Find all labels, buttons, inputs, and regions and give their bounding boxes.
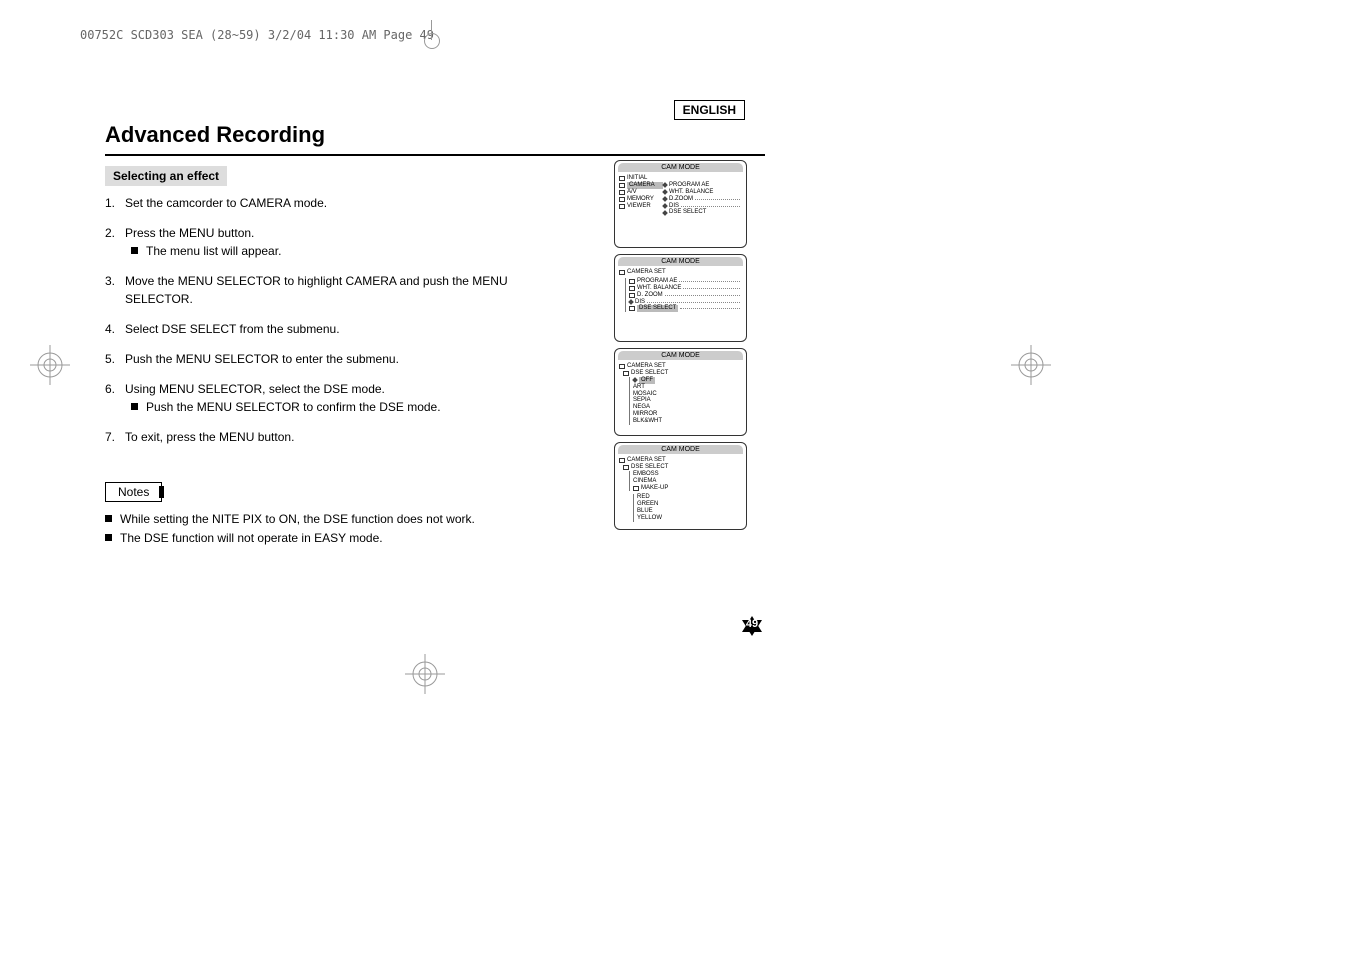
crop-mark-right-icon [1011, 345, 1051, 385]
step-number: 7. [105, 428, 125, 446]
step-2: 2. Press the MENU button. The menu list … [105, 224, 565, 260]
page-title: Advanced Recording [105, 122, 765, 148]
diamond-icon [662, 182, 668, 188]
section-subtitle: Selecting an effect [105, 166, 227, 186]
folder-icon [619, 197, 625, 202]
bullet-icon [105, 534, 112, 541]
substep: Push the MENU SELECTOR to confirm the DS… [131, 398, 565, 416]
steps-list: 1. Set the camcorder to CAMERA mode. 2. … [105, 194, 565, 446]
lcd-screen-1: CAM MODE INITIAL CAMERAPROGRAM AE A/VWHT… [614, 160, 747, 248]
substep: The menu list will appear. [131, 242, 565, 260]
step-text: Press the MENU button. The menu list wil… [125, 224, 565, 260]
crop-mark-left-icon [30, 345, 70, 385]
folder-icon [629, 306, 635, 311]
folder-icon [619, 364, 625, 369]
step-6: 6. Using MENU SELECTOR, select the DSE m… [105, 380, 565, 416]
step-text: Using MENU SELECTOR, select the DSE mode… [125, 380, 565, 416]
lcd-screens: CAM MODE INITIAL CAMERAPROGRAM AE A/VWHT… [614, 160, 747, 536]
step-number: 4. [105, 320, 125, 338]
step-number: 3. [105, 272, 125, 308]
step-number: 2. [105, 224, 125, 260]
lcd-screen-3: CAM MODE CAMERA SET DSE SELECT OFF ART M… [614, 348, 747, 436]
diamond-icon [662, 196, 668, 202]
bullet-icon [131, 403, 138, 410]
page-number-badge: 49 [740, 614, 764, 638]
folder-icon [633, 486, 639, 491]
folder-icon [623, 371, 629, 376]
screen-title: CAM MODE [618, 163, 743, 172]
lcd-screen-4: CAM MODE CAMERA SET DSE SELECT EMBOSS CI… [614, 442, 747, 530]
notes-heading: Notes [105, 482, 162, 502]
folder-icon [619, 190, 625, 195]
diamond-icon [632, 377, 638, 383]
step-text: Set the camcorder to CAMERA mode. [125, 194, 565, 212]
diamond-icon [628, 299, 634, 305]
language-label: ENGLISH [674, 100, 745, 120]
folder-icon [629, 279, 635, 284]
step-text: Move the MENU SELECTOR to highlight CAME… [125, 272, 565, 308]
page-number: 49 [740, 618, 764, 630]
folder-icon [619, 176, 625, 181]
bullet-icon [105, 515, 112, 522]
step-text: To exit, press the MENU button. [125, 428, 565, 446]
crop-mark-bottom-icon [405, 654, 445, 694]
step-1: 1. Set the camcorder to CAMERA mode. [105, 194, 565, 212]
bullet-icon [131, 247, 138, 254]
diamond-icon [662, 203, 668, 209]
diamond-icon [662, 189, 668, 195]
step-number: 6. [105, 380, 125, 416]
screen-title: CAM MODE [618, 351, 743, 360]
screen-title: CAM MODE [618, 257, 743, 266]
step-text: Select DSE SELECT from the submenu. [125, 320, 565, 338]
crop-mark-top-icon [421, 20, 441, 40]
folder-icon [619, 458, 625, 463]
step-number: 5. [105, 350, 125, 368]
title-underline [105, 154, 765, 156]
folder-icon [629, 286, 635, 291]
step-3: 3. Move the MENU SELECTOR to highlight C… [105, 272, 565, 308]
folder-icon [619, 183, 625, 188]
step-7: 7. To exit, press the MENU button. [105, 428, 565, 446]
step-text: Push the MENU SELECTOR to enter the subm… [125, 350, 565, 368]
folder-icon [619, 204, 625, 209]
step-5: 5. Push the MENU SELECTOR to enter the s… [105, 350, 565, 368]
lcd-screen-2: CAM MODE CAMERA SET PROGRAM AE WHT. BALA… [614, 254, 747, 342]
folder-icon [619, 270, 625, 275]
diamond-icon [662, 210, 668, 216]
header-slug: 00752C SCD303 SEA (28~59) 3/2/04 11:30 A… [80, 28, 434, 42]
step-4: 4. Select DSE SELECT from the submenu. [105, 320, 565, 338]
folder-icon [623, 465, 629, 470]
screen-title: CAM MODE [618, 445, 743, 454]
step-number: 1. [105, 194, 125, 212]
folder-icon [629, 293, 635, 298]
